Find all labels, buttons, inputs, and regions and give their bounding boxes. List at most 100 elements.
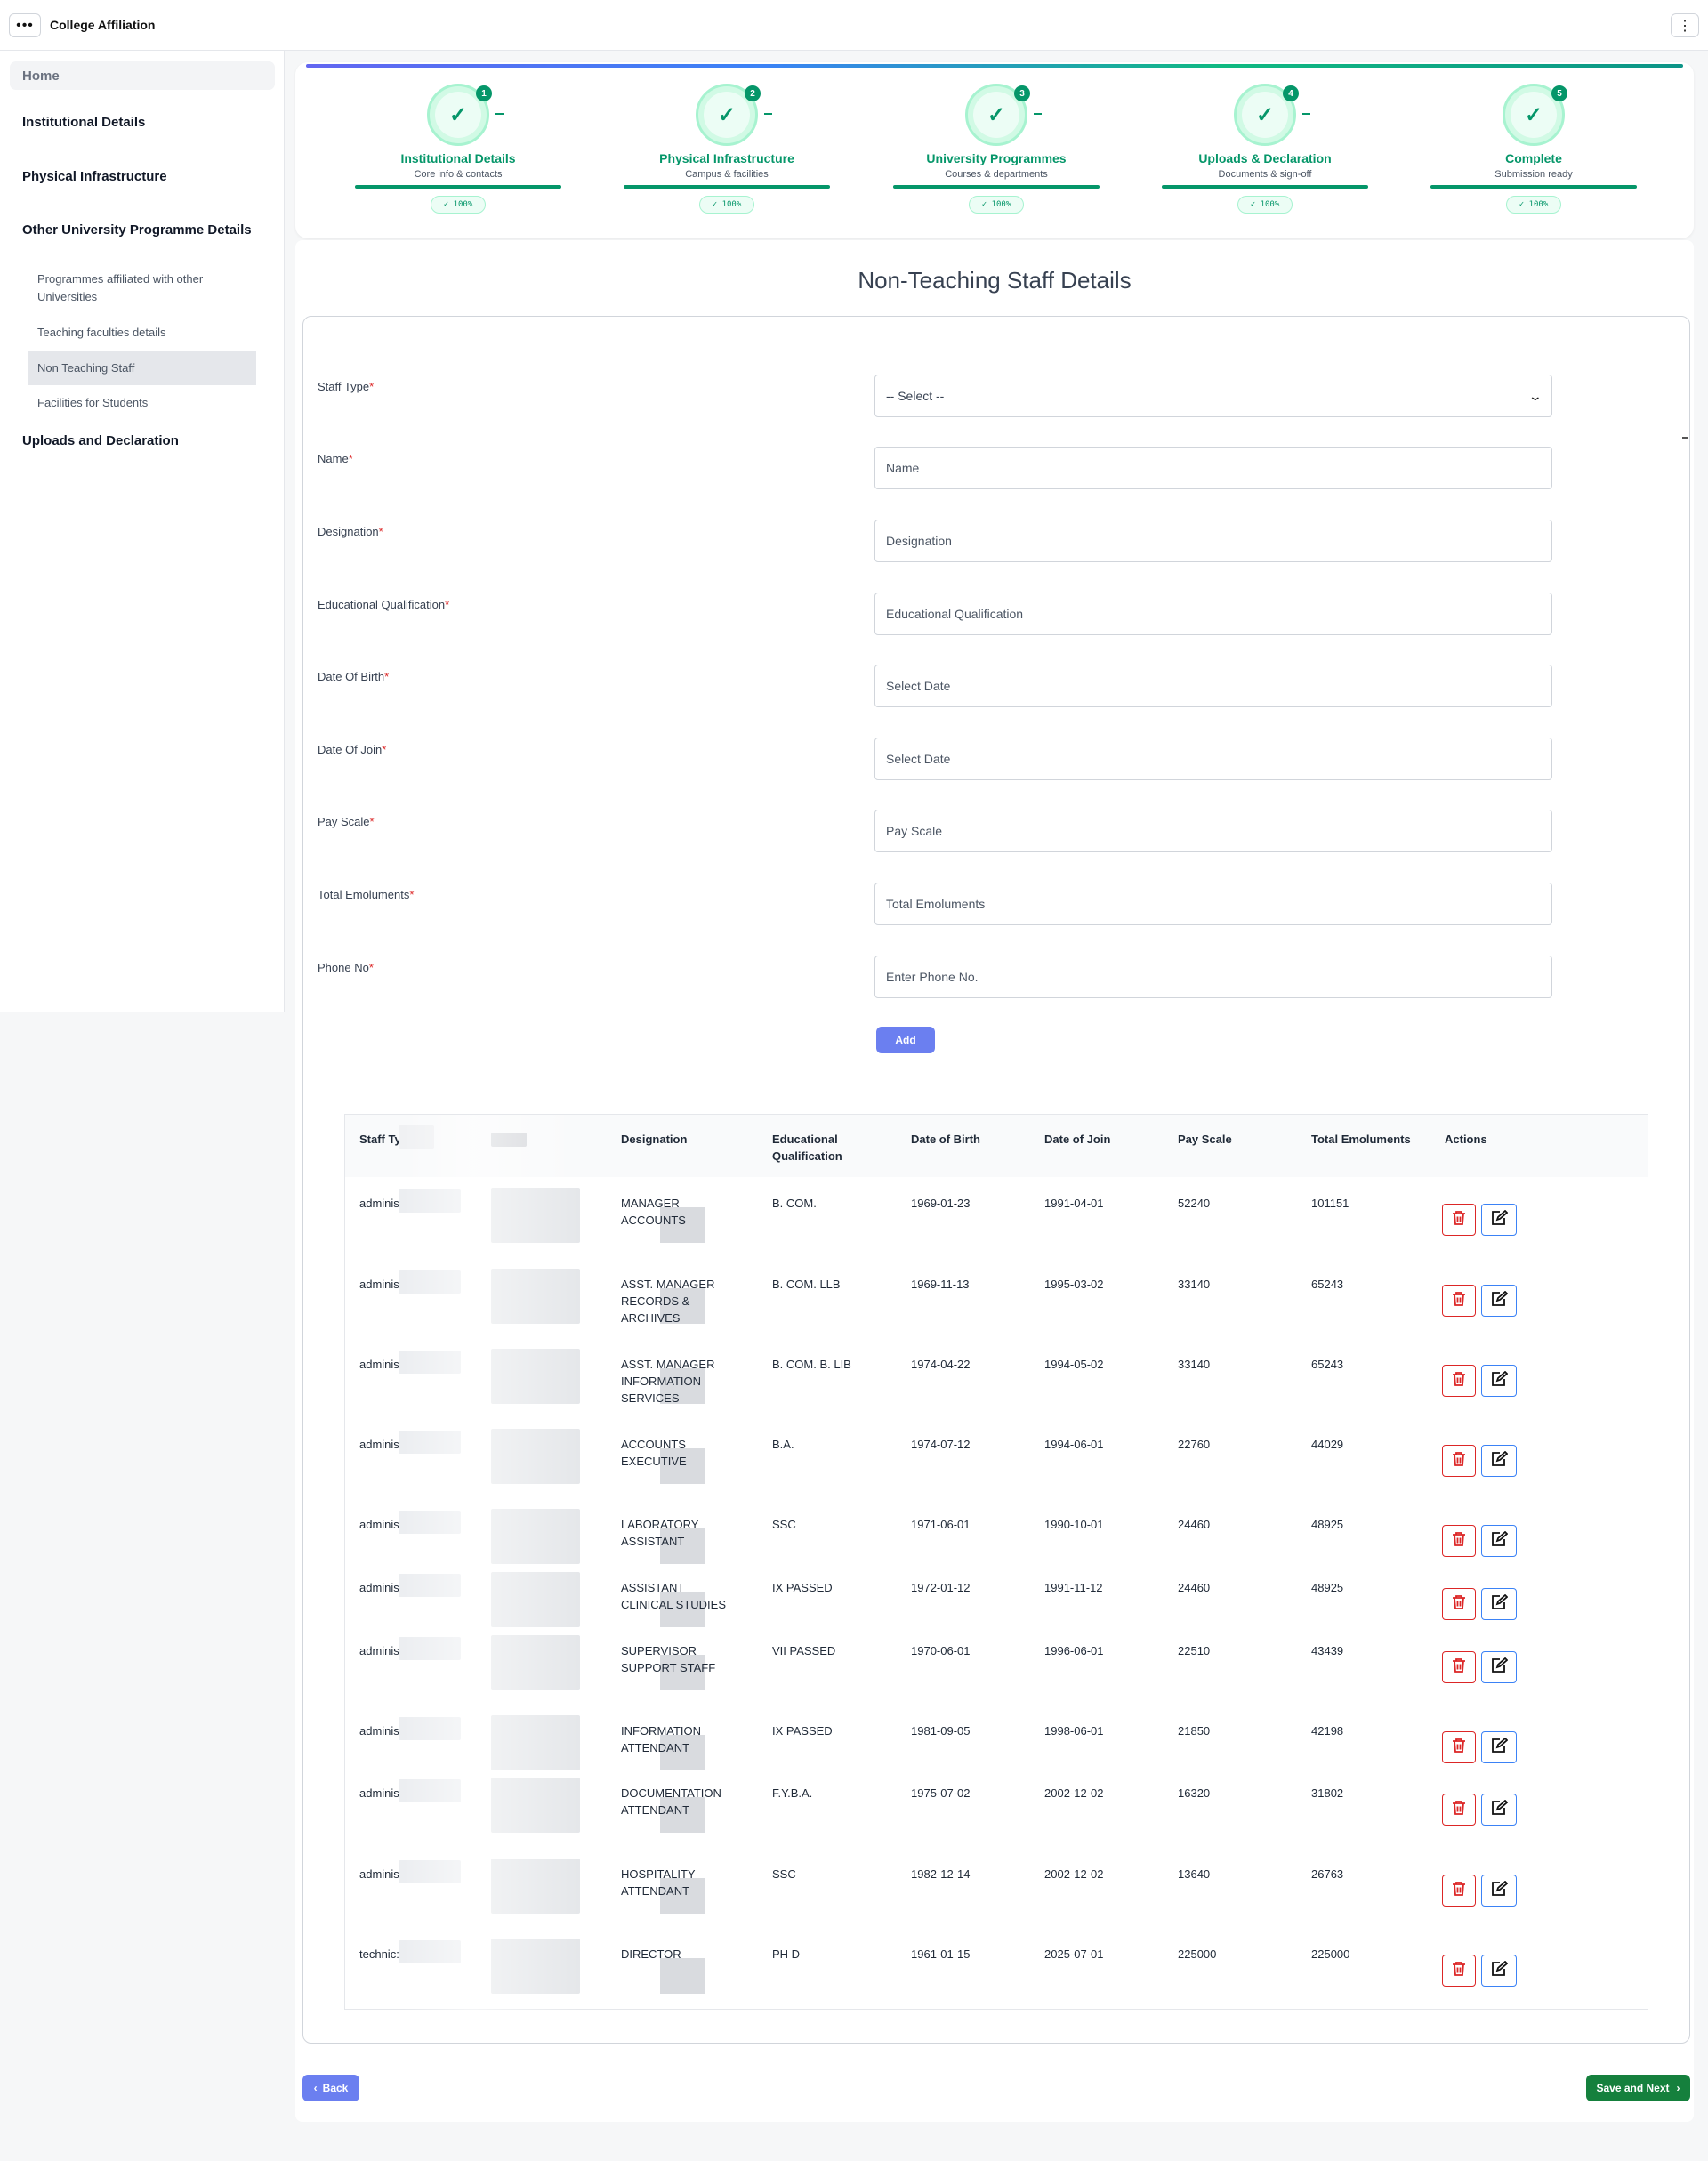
step-connector: [495, 113, 504, 115]
delete-button[interactable]: [1442, 1588, 1476, 1620]
step-institutional-details[interactable]: ✓ 1 Institutional Details Core info & co…: [351, 84, 565, 226]
edit-button[interactable]: [1481, 1204, 1517, 1236]
scroll-marker: [1682, 437, 1688, 439]
cell-doj: 2025-07-01: [1044, 1947, 1104, 1961]
phone-input[interactable]: [874, 956, 1552, 998]
dob-date-input[interactable]: [874, 665, 1552, 707]
cell-dob: 1969-11-13: [911, 1278, 970, 1291]
edit-button[interactable]: [1481, 1731, 1517, 1763]
sidebar-subitem-non-teaching-staff[interactable]: Non Teaching Staff: [28, 351, 256, 385]
table-row: adminis ASST. MANAGER RECORDS & ARCHIVES B…: [345, 1269, 1648, 1338]
edit-button[interactable]: [1481, 1651, 1517, 1683]
table-row: adminis DOCUMENTATION ATTENDANT F.Y.B.A. 19…: [345, 1778, 1648, 1847]
more-options-button[interactable]: ⋮: [1671, 13, 1699, 37]
edit-button[interactable]: [1481, 1365, 1517, 1397]
cell-total-emoluments: 101151: [1311, 1197, 1349, 1210]
cell-dob: 1970-06-01: [911, 1644, 971, 1657]
total-emoluments-input[interactable]: [874, 883, 1552, 925]
ellipsis-icon: •••: [16, 17, 34, 33]
sidebar-subitem-teaching-faculties[interactable]: Teaching faculties details: [37, 324, 251, 342]
delete-button[interactable]: [1442, 1955, 1476, 1987]
table-row: adminis ASST. MANAGER INFORMATION SERVICE…: [345, 1349, 1648, 1418]
edit-button[interactable]: [1481, 1875, 1517, 1907]
edit-button[interactable]: [1481, 1955, 1517, 1987]
delete-button[interactable]: [1442, 1365, 1476, 1397]
staff-type-select[interactable]: -- Select -- ⌄: [874, 375, 1552, 417]
cell-designation: MANAGER ACCOUNTS: [621, 1197, 686, 1227]
delete-button[interactable]: [1442, 1731, 1476, 1763]
edit-button[interactable]: [1481, 1285, 1517, 1317]
delete-button[interactable]: [1442, 1445, 1476, 1477]
designation-input[interactable]: [874, 520, 1552, 562]
sidebar-item-other-university-programme[interactable]: Other University Programme Details: [22, 222, 252, 238]
step-number: 2: [745, 85, 761, 101]
step-number: 1: [476, 85, 492, 101]
cell-dob: 1974-04-22: [911, 1358, 971, 1371]
delete-button[interactable]: [1442, 1651, 1476, 1683]
cell-designation: ASSISTANT CLINICAL STUDIES: [621, 1581, 726, 1611]
cell-staff-type: adminis: [359, 1786, 399, 1800]
sidebar-subitem-facilities-students[interactable]: Facilities for Students: [37, 394, 251, 412]
menu-button[interactable]: •••: [9, 13, 41, 37]
trash-icon: [1452, 1371, 1466, 1391]
cell-designation: DOCUMENTATION ATTENDANT: [621, 1786, 721, 1817]
redacted-cell: [399, 1574, 461, 1597]
cell-pay-scale: 13640: [1178, 1867, 1211, 1881]
back-button[interactable]: ‹ Back: [302, 2075, 359, 2101]
delete-button[interactable]: [1442, 1875, 1476, 1907]
cell-total-emoluments: 48925: [1311, 1581, 1344, 1594]
redacted-cell: [491, 1349, 705, 1404]
step-title: Institutional Details: [400, 151, 516, 165]
redacted-cell: [399, 1189, 461, 1213]
step-uploads-declaration[interactable]: ✓ 4 Uploads & Declaration Documents & si…: [1158, 84, 1372, 226]
cell-dob: 1975-07-02: [911, 1786, 971, 1800]
cell-staff-type: adminis: [359, 1518, 399, 1531]
col-qualification: Educational Qualification: [772, 1133, 842, 1163]
cell-total-emoluments: 44029: [1311, 1438, 1344, 1451]
doj-date-input[interactable]: [874, 738, 1552, 780]
cell-pay-scale: 22510: [1178, 1644, 1211, 1657]
check-icon: ✓: [717, 102, 737, 127]
doj-label: Date Of Join*: [318, 743, 387, 756]
progress-stepper: ✓ 1 Institutional Details Core info & co…: [295, 62, 1694, 238]
sidebar-subitem-programmes-affiliated[interactable]: Programmes affiliated with other Univers…: [37, 270, 251, 306]
add-button[interactable]: Add: [876, 1027, 935, 1053]
name-input[interactable]: [874, 447, 1552, 489]
step-connector: [1034, 113, 1042, 115]
step-physical-infrastructure[interactable]: ✓ 2 Physical Infrastructure Campus & fac…: [620, 84, 834, 226]
delete-button[interactable]: [1442, 1525, 1476, 1557]
sidebar-item-uploads-declaration[interactable]: Uploads and Declaration: [22, 433, 179, 448]
delete-button[interactable]: [1442, 1204, 1476, 1236]
save-and-next-button[interactable]: Save and Next ›: [1586, 2075, 1690, 2101]
delete-button[interactable]: [1442, 1794, 1476, 1826]
edit-button[interactable]: [1481, 1588, 1517, 1620]
cell-designation: ACCOUNTS EXECUTIVE: [621, 1438, 687, 1468]
edit-button[interactable]: [1481, 1525, 1517, 1557]
cell-doj: 1994-05-02: [1044, 1358, 1104, 1371]
sidebar-item-institutional-details[interactable]: Institutional Details: [22, 115, 145, 130]
sidebar-item-physical-infrastructure[interactable]: Physical Infrastructure: [22, 169, 167, 184]
staff-type-selected-value: -- Select --: [886, 389, 945, 403]
table-row: technic: DIRECTOR PH D 1961-01-15 2025-07-01…: [345, 1939, 1648, 2008]
edit-button[interactable]: [1481, 1794, 1517, 1826]
cell-total-emoluments: 42198: [1311, 1724, 1344, 1738]
cell-doj: 1995-03-02: [1044, 1278, 1104, 1291]
qualification-input[interactable]: [874, 593, 1552, 635]
cell-total-emoluments: 65243: [1311, 1278, 1344, 1291]
cell-staff-type: adminis: [359, 1197, 399, 1210]
delete-button[interactable]: [1442, 1285, 1476, 1317]
step-percent-badge: ✓ 100%: [1506, 196, 1561, 214]
edit-button[interactable]: [1481, 1445, 1517, 1477]
step-university-programmes[interactable]: ✓ 3 University Programmes Courses & depa…: [890, 84, 1103, 226]
app-title: College Affiliation: [50, 18, 156, 32]
cell-pay-scale: 24460: [1178, 1581, 1211, 1594]
table-row: adminis INFORMATION ATTENDANT IX PASSED 198…: [345, 1715, 1648, 1785]
redacted-cell: [399, 1779, 461, 1802]
staff-type-label: Staff Type*: [318, 380, 375, 393]
pay-scale-input[interactable]: [874, 810, 1552, 852]
trash-icon: [1452, 1657, 1466, 1678]
step-complete[interactable]: ✓ 5 Complete Submission ready ✓ 100%: [1427, 84, 1640, 226]
cell-staff-type: adminis: [359, 1867, 399, 1881]
sidebar-item-home[interactable]: Home: [10, 61, 275, 90]
cell-qualification: SSC: [772, 1518, 796, 1531]
